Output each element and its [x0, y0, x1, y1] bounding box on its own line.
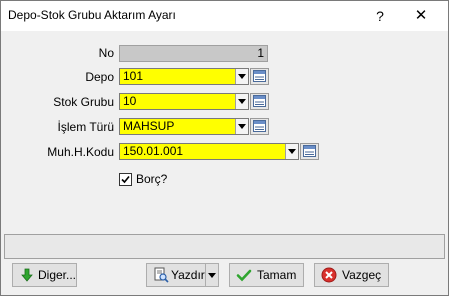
borc-label: Borç? [136, 172, 168, 186]
stok-grubu-lookup-button[interactable] [250, 93, 269, 110]
muh-kodu-value: 150.01.001 [123, 144, 184, 158]
stok-grubu-dropdown-button[interactable] [235, 94, 248, 109]
diger-label: Diger... [38, 268, 77, 282]
tamam-label: Tamam [257, 268, 297, 282]
no-field: 1 [119, 45, 268, 62]
islem-turu-dropdown-button[interactable] [235, 119, 248, 134]
borc-checkbox[interactable] [119, 173, 132, 186]
vazgec-button[interactable]: Vazgeç [314, 263, 389, 287]
dialog-window: Depo-Stok Grubu Aktarım Ayarı ? ✕ No 1 D… [0, 0, 449, 296]
islem-turu-combo[interactable]: MAHSUP [119, 118, 249, 135]
chevron-down-icon [288, 149, 296, 154]
arrow-down-icon [21, 268, 33, 282]
lookup-list-icon [253, 95, 266, 107]
islem-turu-lookup-button[interactable] [250, 118, 269, 135]
close-button[interactable]: ✕ [401, 1, 441, 31]
status-bar [4, 234, 445, 259]
islem-turu-value: MAHSUP [123, 119, 175, 133]
depo-dropdown-button[interactable] [235, 69, 248, 84]
tamam-button[interactable]: Tamam [229, 263, 304, 287]
stok-grubu-label: Stok Grubu [53, 95, 114, 109]
lookup-list-icon [303, 145, 316, 157]
no-label: No [98, 46, 114, 60]
chevron-down-icon [238, 99, 246, 104]
stok-grubu-combo[interactable]: 10 [119, 93, 249, 110]
title-bar: Depo-Stok Grubu Aktarım Ayarı ? ✕ [1, 1, 448, 31]
check-icon [236, 269, 252, 282]
help-button[interactable]: ? [365, 1, 395, 31]
chevron-down-icon [238, 124, 246, 129]
yazdir-button[interactable]: Yazdır [146, 263, 219, 287]
stok-grubu-value: 10 [123, 94, 137, 108]
chevron-down-icon [238, 74, 246, 79]
vazgec-label: Vazgeç [342, 268, 382, 282]
depo-combo[interactable]: 101 [119, 68, 249, 85]
checkmark-icon [121, 175, 130, 184]
islem-turu-label: İşlem Türü [57, 120, 114, 134]
window-title: Depo-Stok Grubu Aktarım Ayarı [8, 8, 176, 22]
chevron-down-icon [208, 273, 216, 278]
lookup-list-icon [253, 120, 266, 132]
muh-kodu-dropdown-button[interactable] [285, 144, 298, 159]
depo-lookup-button[interactable] [250, 68, 269, 85]
yazdir-label: Yazdır [171, 268, 205, 282]
print-preview-icon [154, 267, 169, 283]
cancel-icon [321, 267, 337, 283]
depo-value: 101 [123, 69, 144, 83]
diger-button[interactable]: Diger... [12, 263, 77, 287]
muh-kodu-combo[interactable]: 150.01.001 [119, 143, 299, 160]
yazdir-dropdown-button[interactable] [205, 264, 218, 286]
muh-kodu-lookup-button[interactable] [300, 143, 319, 160]
depo-label: Depo [85, 70, 114, 84]
muh-kodu-label: Muh.H.Kodu [47, 145, 114, 159]
lookup-list-icon [253, 70, 266, 82]
